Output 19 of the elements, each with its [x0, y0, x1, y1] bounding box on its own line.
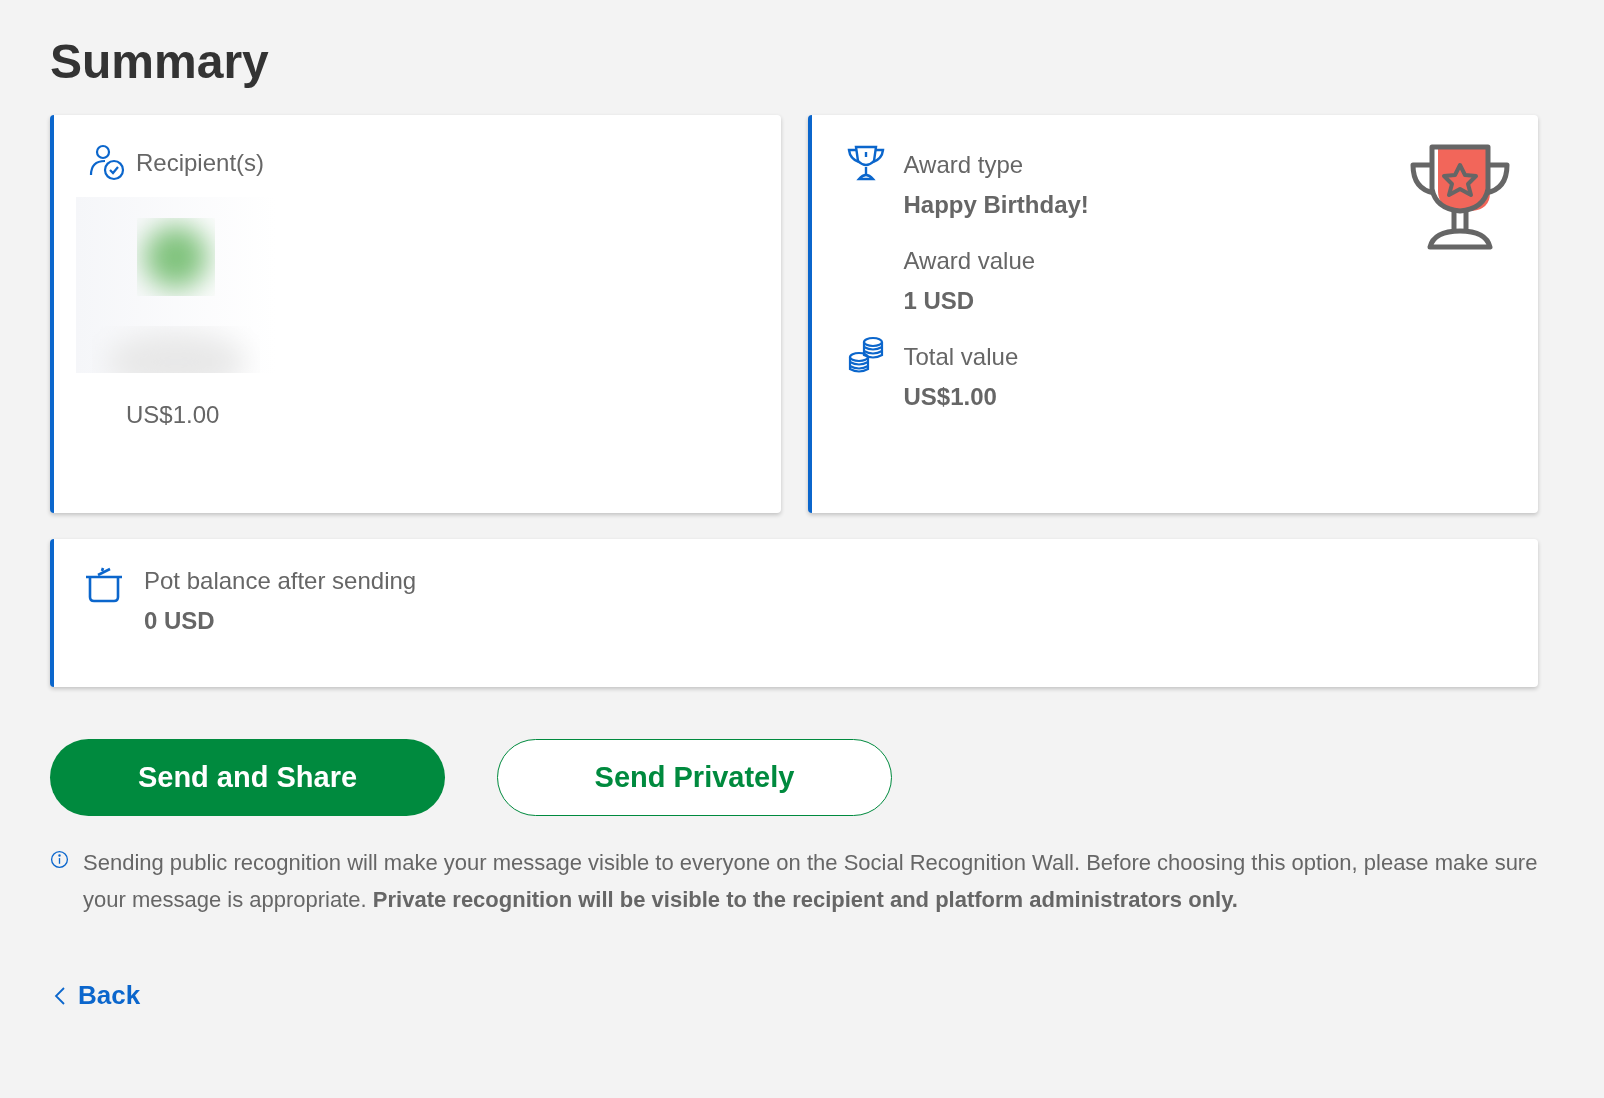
field-label: Award type [903, 151, 1025, 179]
page-title: Summary [50, 34, 269, 89]
field-label: Award value [903, 247, 1036, 275]
pot-label: Pot balance after sending [144, 567, 417, 595]
field-label: Total value [903, 343, 1019, 371]
chevron-left-icon [54, 985, 66, 1006]
field-value: US$1.00 [903, 383, 998, 411]
recipients-label: Recipient(s) [136, 149, 265, 177]
pot-value: 0 USD [144, 607, 216, 635]
send-and-share-button[interactable]: Send and Share [50, 739, 445, 816]
field-value: Happy Birthday! [903, 191, 1089, 219]
trophy-icon [845, 143, 886, 183]
info-icon [50, 850, 69, 869]
field-value: 1 USD [903, 287, 976, 315]
send-privately-button[interactable]: Send Privately [497, 739, 892, 816]
back-link[interactable]: Back [54, 980, 141, 1011]
pot-icon [84, 565, 124, 605]
notice-text: Sending public recognition will make your message visible to everyone on the Social Recognition Wall. Before choosing this option, please make sure your message is appropriate. Private recognition will be visible to the recipient and platform administrators only. [83, 849, 1538, 914]
recipient-amount: US$1.00 [126, 401, 221, 429]
